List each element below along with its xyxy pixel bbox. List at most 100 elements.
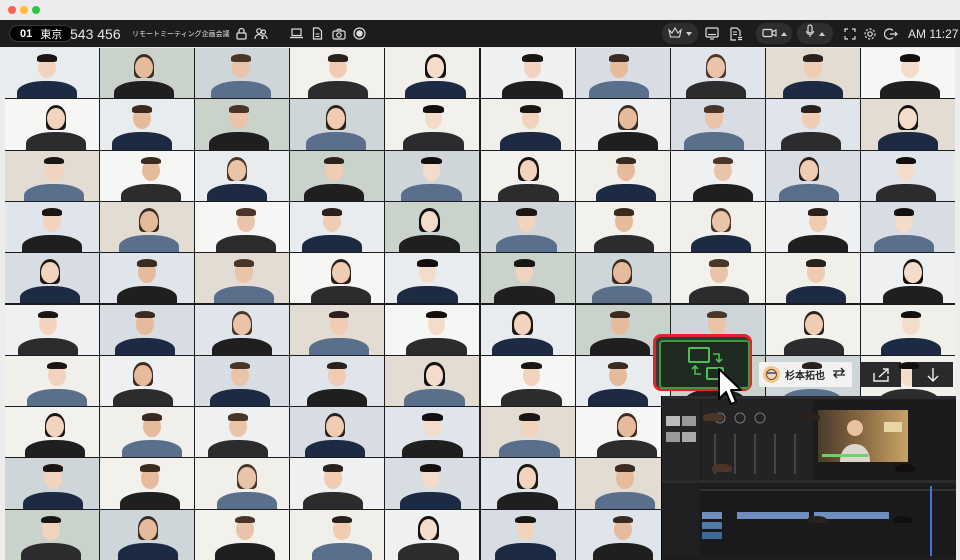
participant-video-tile[interactable]: [385, 253, 480, 304]
participant-video-tile[interactable]: [195, 458, 290, 509]
participant-video-tile[interactable]: [100, 150, 195, 201]
participant-video-tile[interactable]: [195, 150, 290, 201]
participant-video-tile[interactable]: [385, 99, 480, 150]
share-out-button[interactable]: [860, 362, 901, 387]
participant-video-tile[interactable]: [100, 304, 195, 355]
participant-video-tile[interactable]: [5, 253, 100, 304]
swap-arrows-icon[interactable]: [832, 367, 846, 382]
people-icon[interactable]: [252, 25, 269, 42]
participant-video-tile[interactable]: [290, 509, 385, 560]
participant-video-tile[interactable]: [195, 355, 290, 407]
participant-video-tile[interactable]: [860, 150, 955, 201]
settings-icon[interactable]: [861, 25, 878, 42]
zoom-window-button[interactable]: [32, 6, 40, 14]
participant-video-tile[interactable]: [385, 304, 480, 355]
participant-video-tile[interactable]: [385, 355, 480, 407]
participant-video-tile[interactable]: [195, 509, 290, 560]
participant-video-tile[interactable]: [290, 458, 385, 509]
minimize-window-button[interactable]: [20, 6, 28, 14]
participant-video-tile[interactable]: [765, 253, 860, 304]
participant-video-tile[interactable]: [100, 407, 195, 458]
room-pill[interactable]: 01 東京: [9, 25, 74, 42]
participant-video-tile[interactable]: [765, 201, 860, 253]
participant-video-tile[interactable]: [480, 304, 575, 355]
participant-video-tile[interactable]: [670, 253, 765, 304]
participant-video-tile[interactable]: [5, 304, 100, 355]
participant-video-tile[interactable]: [480, 458, 575, 509]
participant-video-tile[interactable]: [100, 458, 195, 509]
participant-video-tile[interactable]: [575, 253, 670, 304]
participant-video-tile[interactable]: [480, 407, 575, 458]
participant-video-tile[interactable]: [100, 253, 195, 304]
participant-video-tile[interactable]: [385, 48, 480, 99]
participant-video-tile[interactable]: [5, 201, 100, 253]
participant-video-tile[interactable]: [100, 509, 195, 560]
participant-video-tile[interactable]: [100, 99, 195, 150]
participant-video-tile[interactable]: [385, 201, 480, 253]
video-menu[interactable]: [756, 23, 792, 44]
participant-video-tile[interactable]: [480, 253, 575, 304]
record-icon[interactable]: [351, 25, 368, 42]
participant-video-tile[interactable]: [100, 355, 195, 407]
participant-video-tile[interactable]: [195, 99, 290, 150]
participant-video-tile[interactable]: [670, 48, 765, 99]
participant-video-tile[interactable]: [670, 201, 765, 253]
participant-video-tile[interactable]: [480, 509, 575, 560]
participant-video-tile[interactable]: [385, 407, 480, 458]
fullscreen-icon[interactable]: [841, 25, 858, 42]
lock-icon[interactable]: [233, 25, 250, 42]
participant-video-tile[interactable]: [765, 99, 860, 150]
participant-video-tile[interactable]: [575, 48, 670, 99]
participant-video-tile[interactable]: [575, 99, 670, 150]
participant-video-tile[interactable]: [5, 355, 100, 407]
participant-video-tile[interactable]: [5, 99, 100, 150]
participant-video-tile[interactable]: [480, 48, 575, 99]
participant-video-tile[interactable]: [290, 355, 385, 407]
participant-video-tile[interactable]: [195, 48, 290, 99]
participant-video-tile[interactable]: [765, 48, 860, 99]
participant-video-tile[interactable]: [195, 407, 290, 458]
exit-icon[interactable]: [882, 25, 899, 42]
participant-video-tile[interactable]: [195, 201, 290, 253]
participant-video-tile[interactable]: [860, 201, 955, 253]
laptop-icon[interactable]: [288, 25, 305, 42]
participant-video-tile[interactable]: [480, 99, 575, 150]
participant-video-tile[interactable]: [290, 253, 385, 304]
monitor-icon[interactable]: [703, 25, 720, 42]
participant-video-tile[interactable]: [290, 150, 385, 201]
participant-video-tile[interactable]: [290, 48, 385, 99]
participant-video-tile[interactable]: [5, 509, 100, 560]
participant-video-tile[interactable]: [575, 407, 670, 458]
participant-video-tile[interactable]: [765, 304, 860, 355]
participant-video-tile[interactable]: [385, 150, 480, 201]
host-menu[interactable]: [662, 23, 698, 44]
participant-video-tile[interactable]: [385, 509, 480, 560]
participant-video-tile[interactable]: [670, 150, 765, 201]
participant-video-tile[interactable]: [5, 48, 100, 99]
participant-video-tile[interactable]: [860, 304, 955, 355]
participant-video-tile[interactable]: [670, 99, 765, 150]
participant-video-tile[interactable]: [480, 201, 575, 253]
participant-video-tile[interactable]: [480, 150, 575, 201]
file-list-icon[interactable]: [727, 25, 744, 42]
participant-video-tile[interactable]: [5, 150, 100, 201]
participant-video-tile[interactable]: [290, 304, 385, 355]
close-window-button[interactable]: [8, 6, 16, 14]
participant-video-tile[interactable]: [290, 99, 385, 150]
participant-video-tile[interactable]: [860, 99, 955, 150]
participant-video-tile[interactable]: [480, 355, 575, 407]
participant-video-tile[interactable]: [100, 201, 195, 253]
participant-video-tile[interactable]: [5, 458, 100, 509]
participant-video-tile[interactable]: [290, 407, 385, 458]
participant-video-tile[interactable]: [195, 304, 290, 355]
participant-video-tile[interactable]: [290, 201, 385, 253]
document-icon[interactable]: [309, 25, 326, 42]
audio-menu[interactable]: [797, 23, 833, 44]
participant-video-tile[interactable]: [100, 48, 195, 99]
participant-video-tile[interactable]: [860, 253, 955, 304]
participant-video-tile[interactable]: [5, 407, 100, 458]
camera-icon[interactable]: [330, 25, 347, 42]
participant-video-tile[interactable]: [765, 150, 860, 201]
participant-video-tile[interactable]: [575, 458, 670, 509]
participant-video-tile[interactable]: [575, 509, 670, 560]
